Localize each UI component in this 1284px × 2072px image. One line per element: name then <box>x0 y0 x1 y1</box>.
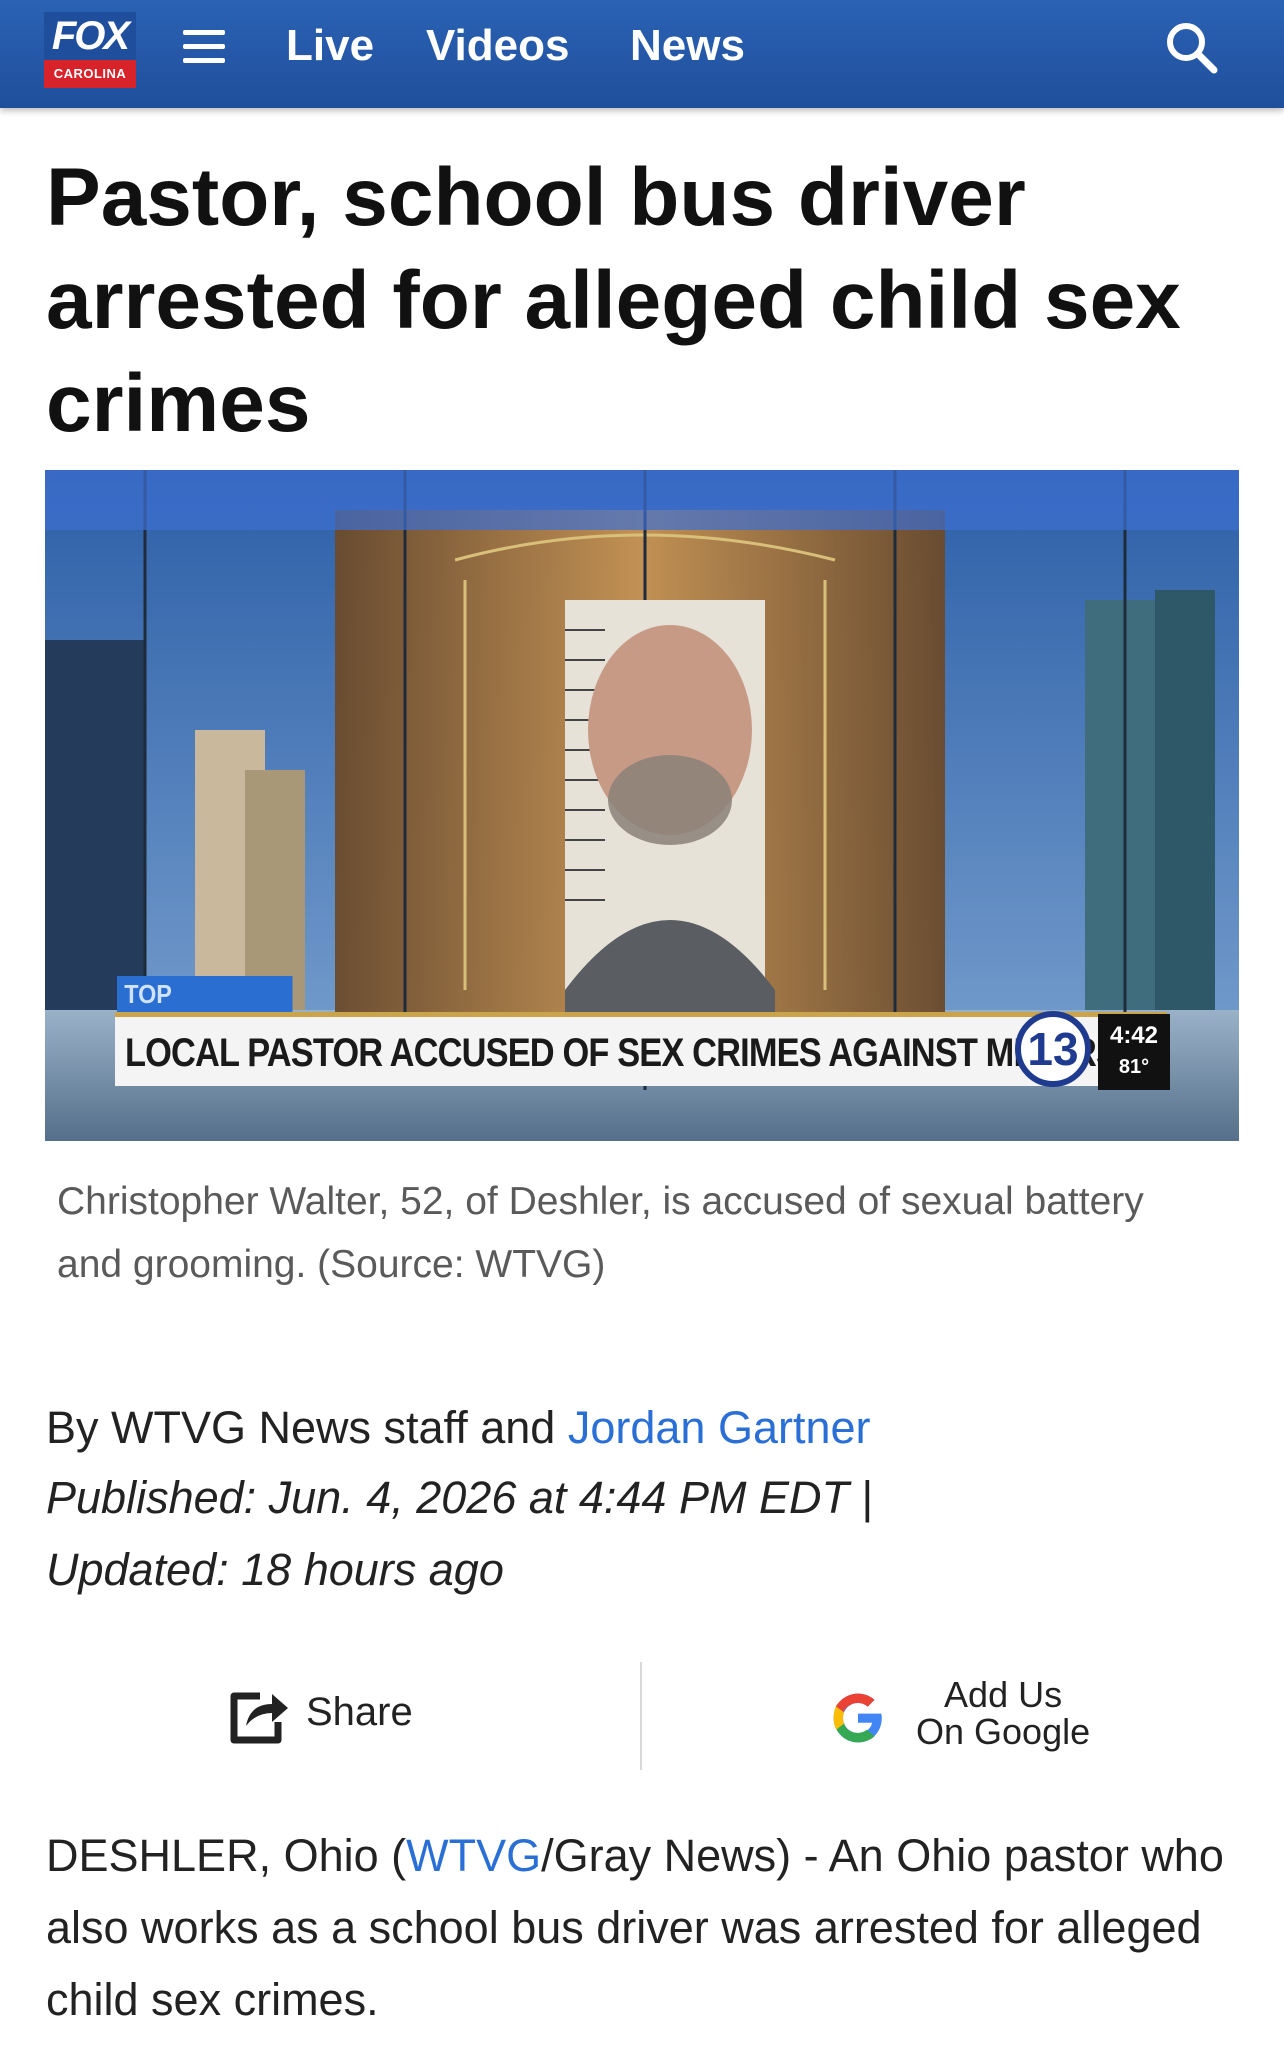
channel-badge: 13 <box>1015 1011 1091 1087</box>
share-icon <box>226 1686 292 1751</box>
nav-live[interactable]: Live <box>286 18 374 74</box>
wtvg-link[interactable]: WTVG <box>406 1830 541 1881</box>
time-display: 4:42 <box>1109 1022 1159 1049</box>
google-g-icon <box>828 1688 888 1753</box>
updated-date: Updated: 18 hours ago <box>46 1544 504 1595</box>
share-button[interactable]: Share <box>220 1660 440 1770</box>
nav-videos[interactable]: Videos <box>426 18 569 74</box>
logo-text: FOX <box>44 12 136 60</box>
top-headlines-tag: TOP HEADLINES <box>117 976 293 1045</box>
byline: By WTVG News staff and Jordan Gartner <box>46 1392 871 1464</box>
article-headline: Pastor, school bus driver arrested for a… <box>46 152 1181 449</box>
temperature-display: 81° <box>1118 1056 1150 1078</box>
image-lower-third: LOCAL PASTOR ACCUSED OF SEX CRIMES AGAIN… <box>115 1012 1167 1086</box>
time-temp-box: 4:42 81° <box>1098 1014 1170 1090</box>
share-label: Share <box>306 1690 413 1734</box>
top-navigation-bar: FOX CAROLINA Live Videos News <box>0 0 1284 108</box>
fox-carolina-logo[interactable]: FOX CAROLINA <box>44 12 136 88</box>
author-link[interactable]: Jordan Gartner <box>568 1402 871 1453</box>
lower-third-text: LOCAL PASTOR ACCUSED OF SEX CRIMES AGAIN… <box>125 1031 1119 1075</box>
google-label-line2: On Google <box>916 1711 1091 1752</box>
nav-news[interactable]: News <box>630 18 745 74</box>
publish-info: Published: Jun. 4, 2026 at 4:44 PM EDT |… <box>46 1462 1246 1606</box>
google-label: Add Us On Google <box>916 1676 1090 1750</box>
google-label-line1: Add Us <box>944 1674 1063 1715</box>
published-date: Published: Jun. 4, 2026 at 4:44 PM EDT <box>46 1472 849 1523</box>
logo-subtext: CAROLINA <box>44 60 136 88</box>
search-icon[interactable] <box>1162 18 1220 76</box>
image-caption: Christopher Walter, 52, of Deshler, is a… <box>57 1180 1144 1286</box>
hamburger-menu-icon[interactable] <box>180 26 230 68</box>
body-prefix: DESHLER, Ohio ( <box>46 1830 407 1881</box>
byline-prefix: By WTVG News staff and <box>46 1402 568 1453</box>
add-us-on-google-button[interactable]: Add Us On Google <box>828 1660 1128 1770</box>
date-separator: | <box>861 1472 874 1523</box>
article-body-paragraph: DESHLER, Ohio (WTVG/Gray News) - An Ohio… <box>46 1820 1246 2036</box>
action-divider <box>640 1662 642 1770</box>
